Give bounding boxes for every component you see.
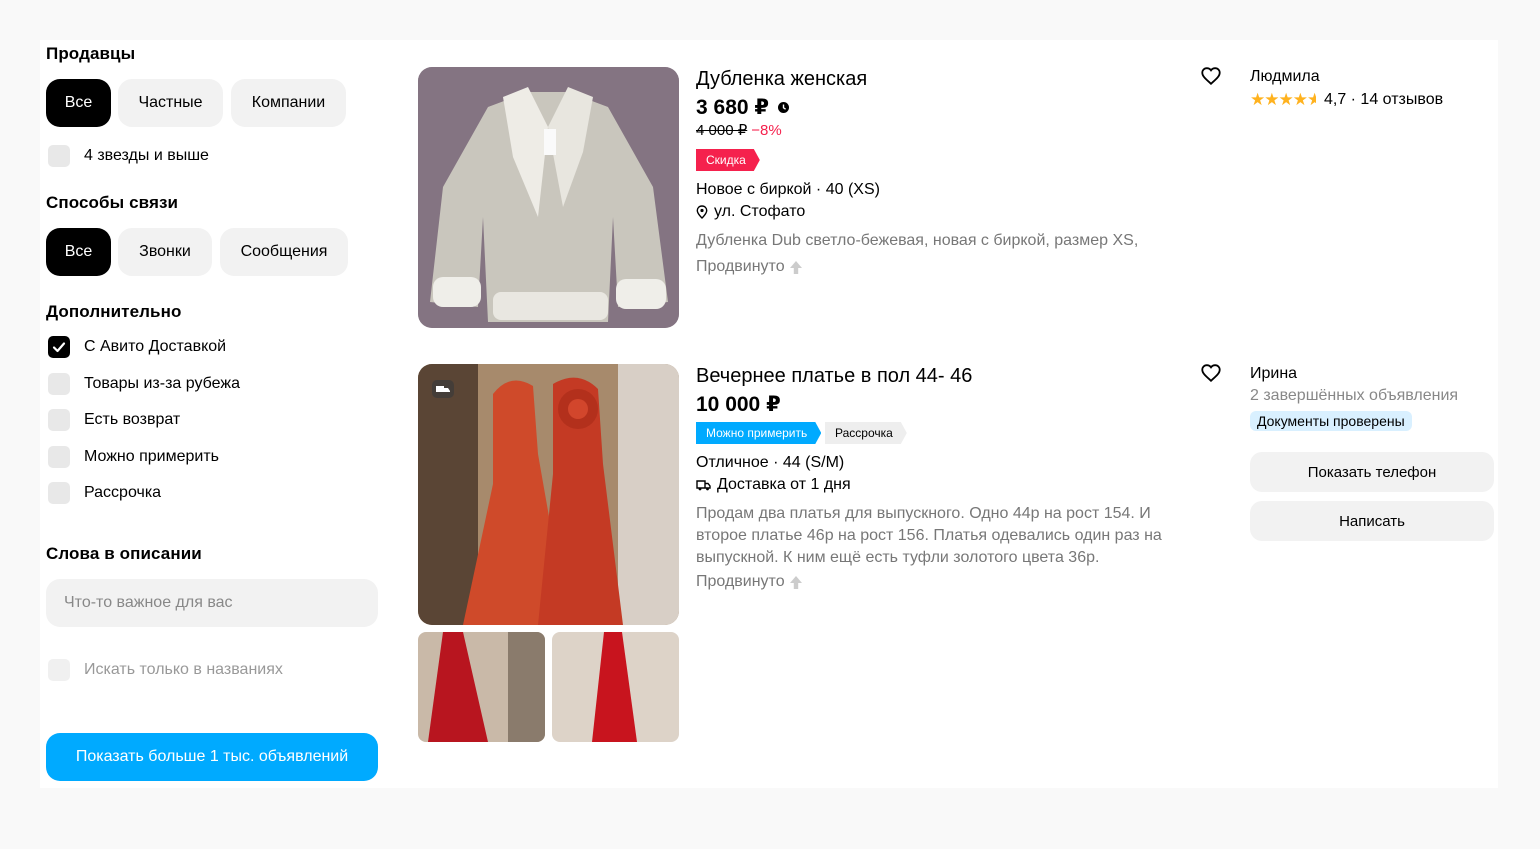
checkbox[interactable]	[48, 446, 70, 468]
price-value: 10 000 ₽	[696, 393, 781, 416]
seller-rating[interactable]: ★★★★★ 4,7 · 14 отзывов	[1250, 90, 1443, 110]
promote-arrow-icon	[789, 260, 802, 274]
listing-thumbnail[interactable]	[418, 632, 545, 742]
listing-photo[interactable]	[418, 364, 679, 625]
write-message-button[interactable]: Написать	[1250, 501, 1494, 541]
price-value: 3 680 ₽	[696, 96, 769, 119]
checkbox[interactable]	[48, 373, 70, 395]
listing-card[interactable]: Вечернее платье в пол 44- 46 10 000 ₽ Мо…	[418, 364, 1498, 744]
documents-verified-badge: Документы проверены	[1250, 411, 1412, 431]
dress-photo	[418, 364, 679, 625]
keywords-heading: Слова в описании	[46, 544, 202, 563]
show-phone-button[interactable]: Показать телефон	[1250, 452, 1494, 492]
contact-chip-calls[interactable]: Звонки	[118, 228, 212, 276]
price-history-icon[interactable]	[777, 101, 790, 114]
titles-only-label: Искать только в названиях	[84, 661, 283, 678]
option-foreign-goods[interactable]: Товары из-за рубежа	[46, 372, 240, 396]
listing-card[interactable]: Дубленка женская 3 680 ₽ 4 000 ₽ −8% Скид…	[418, 67, 1498, 329]
show-results-button[interactable]: Показать больше 1 тыс. объявлений	[46, 733, 378, 781]
contact-chip-all[interactable]: Все	[46, 228, 111, 276]
search-results-panel: Продавцы Все Частные Компании 4 звезды и…	[40, 40, 1498, 788]
listing-price: 10 000 ₽	[696, 392, 781, 417]
seller-info: Людмила ★★★★★ 4,7 · 14 отзывов	[1250, 68, 1443, 110]
seller-name[interactable]: Людмила	[1250, 68, 1443, 86]
keywords-input[interactable]	[46, 579, 378, 627]
checkbox[interactable]	[48, 482, 70, 504]
option-label: Товары из-за рубежа	[84, 375, 240, 392]
listing-photo[interactable]	[418, 67, 679, 328]
promote-arrow-icon	[789, 575, 802, 589]
installments-badge: Рассрочка	[825, 422, 907, 444]
sellers-chip-all[interactable]: Все	[46, 79, 111, 127]
checkbox-checked[interactable]	[48, 336, 70, 358]
listing-price: 3 680 ₽	[696, 95, 790, 120]
favorite-heart-icon[interactable]	[1200, 65, 1222, 87]
titles-only-checkbox[interactable]	[48, 659, 70, 681]
four-stars-checkbox[interactable]	[48, 145, 70, 167]
listing-description: Дубленка Dub светло-бежевая, новая с бир…	[696, 232, 1139, 249]
titles-only-row[interactable]: Искать только в названиях	[46, 658, 283, 682]
option-installments[interactable]: Рассрочка	[46, 481, 161, 505]
old-price: 4 000 ₽	[696, 122, 748, 139]
option-try-on[interactable]: Можно примерить	[46, 445, 219, 469]
dress-thumbnail-1	[418, 632, 545, 742]
four-stars-checkbox-row[interactable]: 4 звезды и выше	[46, 144, 209, 168]
option-label: С Авито Доставкой	[84, 338, 227, 355]
rating-stars-icon: ★★★★★	[1250, 90, 1316, 109]
option-avito-delivery[interactable]: С Авито Доставкой	[46, 335, 226, 359]
listing-title[interactable]: Вечернее платье в пол 44- 46	[696, 365, 972, 388]
dress-thumbnail-2	[552, 632, 679, 742]
old-price-row: 4 000 ₽ −8%	[696, 121, 782, 139]
promoted-row: Продвинуто	[696, 258, 803, 276]
condition-size: Новое с биркой · 40 (XS)	[696, 181, 880, 198]
location-row: ул. Стофато	[696, 203, 805, 221]
try-on-badge: Можно примерить	[696, 422, 821, 444]
jacket-photo	[418, 67, 679, 328]
check-icon	[52, 342, 66, 353]
discount-badge: Скидка	[696, 149, 760, 171]
seller-info: Ирина 2 завершённых объявления Документы…	[1250, 365, 1458, 431]
listing-description: Продам два платья для выпускного. Одно 4…	[696, 505, 1162, 566]
delivery-text: Доставка от 1 дня	[717, 476, 851, 493]
discount-percent: −8%	[751, 122, 782, 139]
listing-thumbnail[interactable]	[552, 632, 679, 742]
contact-heading: Способы связи	[46, 193, 179, 212]
promoted-label: Продвинуто	[696, 258, 785, 275]
promoted-label: Продвинуто	[696, 573, 785, 590]
delivery-truck-icon	[696, 480, 711, 491]
option-label: Рассрочка	[84, 484, 162, 501]
favorite-heart-icon[interactable]	[1200, 362, 1222, 384]
four-stars-label: 4 звезды и выше	[84, 147, 209, 164]
location-pin-icon	[696, 205, 708, 219]
option-returns[interactable]: Есть возврат	[46, 408, 180, 432]
delivery-row: Доставка от 1 дня	[696, 476, 851, 494]
sellers-heading: Продавцы	[46, 44, 136, 63]
location-text: ул. Стофато	[714, 203, 806, 220]
listing-title[interactable]: Дубленка женская	[696, 68, 867, 91]
seller-name[interactable]: Ирина	[1250, 365, 1458, 383]
seller-completed-ads: 2 завершённых объявления	[1250, 387, 1459, 404]
condition-size: Отличное · 44 (S/M)	[696, 454, 845, 471]
extra-heading: Дополнительно	[46, 302, 182, 321]
option-label: Можно примерить	[84, 448, 220, 465]
sellers-chip-private[interactable]: Частные	[118, 79, 223, 127]
contact-chip-messages[interactable]: Сообщения	[220, 228, 348, 276]
option-label: Есть возврат	[84, 411, 181, 428]
sellers-chip-companies[interactable]: Компании	[231, 79, 346, 127]
checkbox[interactable]	[48, 409, 70, 431]
rating-text: 4,7 · 14 отзывов	[1323, 91, 1444, 108]
promoted-row: Продвинуто	[696, 573, 803, 591]
